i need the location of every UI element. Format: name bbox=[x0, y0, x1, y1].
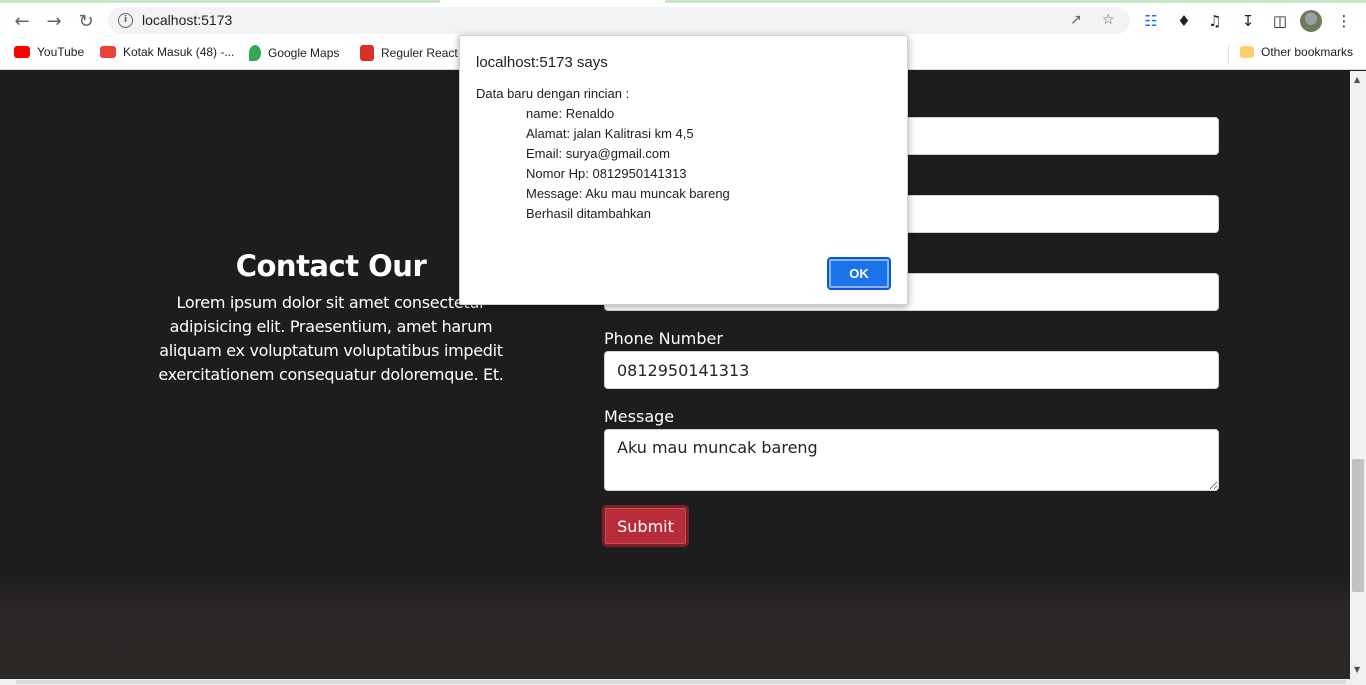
dialog-line: Berhasil ditambahkan bbox=[526, 206, 652, 221]
scroll-down-icon[interactable]: ▼ bbox=[1354, 665, 1360, 674]
translate-icon[interactable]: ☷ bbox=[1141, 11, 1161, 31]
site-info-icon[interactable]: i bbox=[118, 13, 133, 28]
scrollbar-thumb[interactable] bbox=[1352, 459, 1364, 592]
reload-icon[interactable]: ↻ bbox=[73, 8, 99, 34]
contact-description: Lorem ipsum dolor sit amet consectetur a… bbox=[158, 293, 504, 384]
youtube-icon bbox=[14, 46, 30, 58]
address-bar[interactable]: i localhost:5173 ↗ ☆ bbox=[108, 7, 1130, 34]
back-arrow-icon[interactable]: ← bbox=[9, 8, 35, 34]
ok-button[interactable]: OK bbox=[827, 257, 891, 290]
share-icon[interactable]: ↗ bbox=[1070, 12, 1082, 28]
dialog-line: Message: Aku mau muncak bareng bbox=[526, 186, 730, 201]
map-pin-icon bbox=[249, 45, 261, 61]
kebab-menu-icon[interactable]: ⋮ bbox=[1334, 11, 1354, 31]
download-icon[interactable]: ↧ bbox=[1238, 11, 1258, 31]
url-text[interactable]: localhost:5173 bbox=[142, 12, 232, 28]
message-label: Message bbox=[604, 407, 675, 426]
dialog-line: Nomor Hp: 0812950141313 bbox=[526, 166, 687, 181]
phone-label: Phone Number bbox=[604, 329, 723, 348]
footer-gradient bbox=[0, 576, 1350, 679]
dialog-message: Data baru dengan rincian : name: Renaldo… bbox=[476, 84, 730, 224]
forward-arrow-icon[interactable]: → bbox=[41, 8, 67, 34]
tab-indicator bbox=[0, 0, 440, 3]
bookmark-google-maps[interactable]: Google Maps bbox=[249, 45, 339, 61]
dialog-line: name: Renaldo bbox=[526, 106, 615, 121]
tab-indicator bbox=[665, 0, 1366, 3]
vertical-scrollbar[interactable]: ▲ ▼ bbox=[1350, 71, 1366, 679]
message-field[interactable]: Aku mau muncak bareng bbox=[604, 429, 1219, 491]
extensions-icon[interactable]: ♦ bbox=[1174, 11, 1194, 31]
bookmark-reguler-react[interactable]: Reguler React bbox=[360, 45, 458, 61]
alert-dialog: localhost:5173 says Data baru dengan rin… bbox=[459, 35, 908, 305]
dialog-line: Data baru dengan rincian : bbox=[476, 86, 630, 101]
react-bookmark-icon bbox=[360, 45, 374, 61]
dialog-origin: localhost:5173 says bbox=[476, 54, 608, 71]
media-playlist-icon[interactable]: ♫ bbox=[1205, 11, 1225, 31]
bookmarks-divider bbox=[1228, 45, 1229, 63]
bookmark-gmail[interactable]: Kotak Masuk (48) -... bbox=[100, 45, 234, 59]
scroll-up-icon[interactable]: ▲ bbox=[1354, 75, 1360, 84]
star-icon[interactable]: ☆ bbox=[1102, 12, 1115, 28]
dialog-line: Email: surya@gmail.com bbox=[526, 146, 670, 161]
horizontal-scrollbar-thumb[interactable] bbox=[16, 680, 1346, 684]
submit-button[interactable]: Submit bbox=[602, 505, 689, 547]
profile-avatar[interactable] bbox=[1300, 10, 1322, 32]
bookmark-youtube[interactable]: YouTube bbox=[14, 45, 84, 59]
side-panel-icon[interactable]: ◫ bbox=[1270, 11, 1290, 31]
phone-field[interactable] bbox=[604, 351, 1219, 389]
other-bookmarks[interactable]: Other bookmarks bbox=[1240, 45, 1353, 59]
dialog-line: Alamat: jalan Kalitrasi km 4,5 bbox=[526, 126, 694, 141]
gmail-icon bbox=[100, 46, 116, 58]
horizontal-scrollbar[interactable] bbox=[0, 679, 1366, 685]
folder-icon bbox=[1240, 46, 1254, 58]
browser-toolbar: ← → ↻ i localhost:5173 ↗ ☆ ☷ ♦ ♫ ↧ ◫ ⋮ bbox=[0, 4, 1366, 37]
